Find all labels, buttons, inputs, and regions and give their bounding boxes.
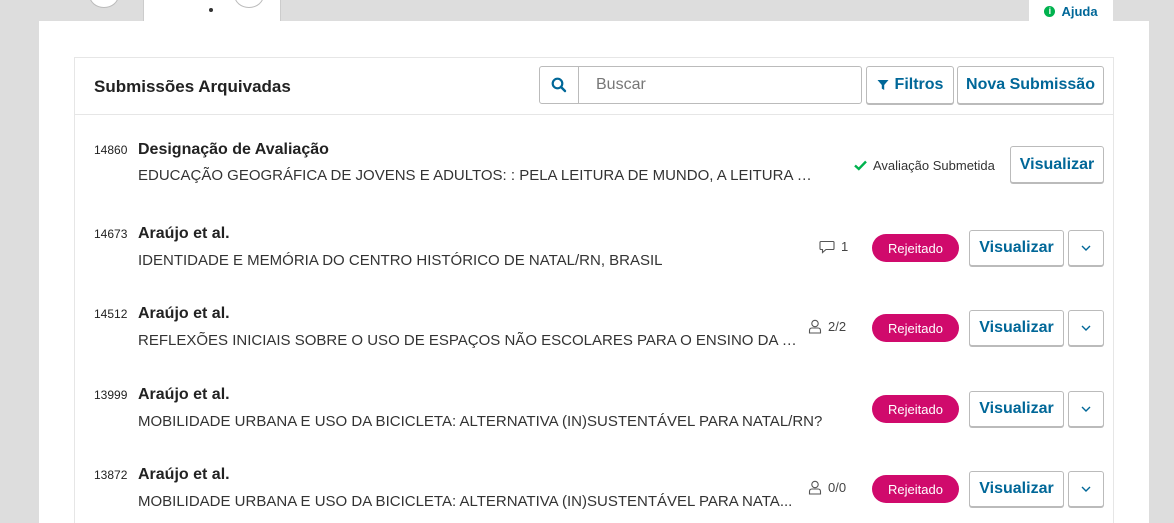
search-button[interactable] (540, 67, 579, 103)
view-button[interactable]: Visualizar (969, 391, 1064, 427)
expand-button[interactable] (1068, 310, 1104, 346)
list-item: 14512 Araújo et al. REFLEXÕES INICIAIS S… (75, 275, 1115, 355)
new-submission-button[interactable]: Nova Submissão (957, 66, 1104, 104)
search-input[interactable] (579, 67, 861, 103)
discussion-count: 1 (819, 239, 848, 254)
view-button[interactable]: Visualizar (969, 471, 1064, 507)
submission-author[interactable]: Araújo et al. (138, 386, 230, 404)
status-badge: Rejeitado (872, 234, 959, 262)
user-icon (808, 480, 822, 495)
panel-header: Submissões Arquivadas Filtros Nova Submi… (75, 58, 1113, 115)
submission-id: 14512 (94, 307, 128, 321)
chevron-down-icon (1081, 486, 1091, 492)
submission-author[interactable]: Araújo et al. (138, 225, 230, 243)
view-button[interactable]: Visualizar (1010, 146, 1104, 183)
help-link[interactable]: i Ajuda (1029, 0, 1113, 22)
tab-indicator-dot (209, 8, 213, 12)
search-icon (551, 77, 567, 93)
expand-button[interactable] (1068, 471, 1104, 507)
submission-author[interactable]: Araújo et al. (138, 305, 230, 323)
list-item: 13999 Araújo et al. MOBILIDADE URBANA E … (75, 355, 1115, 435)
check-icon (854, 160, 867, 171)
help-label: Ajuda (1061, 3, 1098, 19)
chevron-down-icon (1081, 325, 1091, 331)
reviews-count-value: 0/0 (828, 480, 847, 495)
submission-author[interactable]: Designação de Avaliação (138, 141, 329, 159)
submission-id: 13999 (94, 388, 128, 402)
filters-label: Filtros (894, 76, 944, 93)
submission-title[interactable]: MOBILIDADE URBANA E USO DA BICICLETA: AL… (138, 413, 838, 430)
info-icon: i (1044, 5, 1056, 17)
submission-title[interactable]: MOBILIDADE URBANA E USO DA BICICLETA: AL… (138, 493, 803, 510)
submission-title[interactable]: REFLEXÕES INICIAIS SOBRE O USO DE ESPAÇO… (138, 332, 803, 349)
search-box (539, 66, 862, 104)
chevron-down-icon (1081, 406, 1091, 412)
list-item: 13872 Araújo et al. MOBILIDADE URBANA E … (75, 435, 1115, 515)
reviews-count-value: 2/2 (828, 319, 847, 334)
submission-id: 13872 (94, 468, 128, 482)
archived-submissions-panel: Submissões Arquivadas Filtros Nova Submi… (74, 57, 1114, 523)
view-button[interactable]: Visualizar (969, 310, 1064, 346)
view-button[interactable]: Visualizar (969, 230, 1064, 266)
filters-button[interactable]: Filtros (866, 66, 954, 104)
status-badge: Rejeitado (872, 314, 959, 342)
status-review-submitted: Avaliação Submetida (854, 158, 995, 173)
reviews-count: 2/2 (808, 319, 846, 334)
expand-button[interactable] (1068, 230, 1104, 266)
panel-title: Submissões Arquivadas (94, 77, 291, 96)
submission-title[interactable]: EDUCAÇÃO GEOGRÁFICA DE JOVENS E ADULTOS:… (138, 167, 818, 184)
status-badge: Rejeitado (872, 475, 959, 503)
expand-button[interactable] (1068, 391, 1104, 427)
chevron-down-icon (1081, 245, 1091, 251)
status-badge: Rejeitado (872, 395, 959, 423)
filter-icon (877, 80, 889, 90)
comment-icon (819, 240, 835, 254)
status-label: Avaliação Submetida (873, 158, 995, 173)
list-item: 14860 Designação de Avaliação EDUCAÇÃO G… (75, 115, 1115, 195)
discussion-count-value: 1 (841, 239, 849, 254)
submission-title[interactable]: IDENTIDADE E MEMÓRIA DO CENTRO HISTÓRICO… (138, 252, 808, 269)
reviews-count: 0/0 (808, 480, 846, 495)
list-item: 14673 Araújo et al. IDENTIDADE E MEMÓRIA… (75, 195, 1115, 275)
user-icon (808, 319, 822, 334)
submission-id: 14860 (94, 143, 128, 157)
submission-id: 14673 (94, 227, 128, 241)
submission-author[interactable]: Araújo et al. (138, 466, 230, 484)
